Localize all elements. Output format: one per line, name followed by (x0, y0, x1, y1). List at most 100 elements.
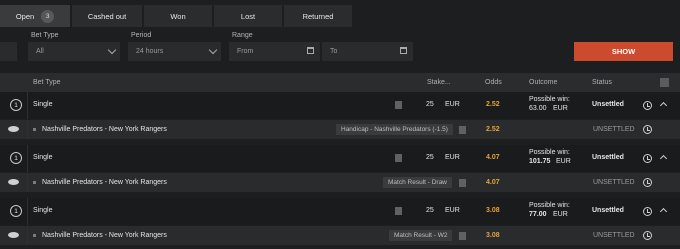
selection-row: Nashville Predators - New York Rangers M… (0, 226, 680, 245)
selection-status: UNSETTLED (593, 126, 635, 133)
chevron-up-icon[interactable] (659, 101, 668, 110)
show-button[interactable]: SHOW (574, 42, 673, 61)
bet-number-badge: 1 (10, 205, 22, 217)
bet-type-value: Single (33, 101, 53, 108)
header-bet-type: Bet Type (33, 79, 61, 86)
column-divider (27, 92, 28, 119)
range-from-placeholder: From (237, 48, 254, 55)
hockey-puck-icon (8, 232, 19, 238)
possible-win-amount: 101.75 (529, 158, 551, 165)
odds-value: 2.52 (486, 101, 500, 108)
tab-cashed-out-label: Cashed out (87, 11, 127, 21)
possible-win-amount: 77.00 (529, 211, 547, 218)
selection-status: UNSETTLED (593, 232, 635, 239)
event-name: Nashville Predators - New York Rangers (42, 126, 167, 133)
selection-row: Nashville Predators - New York Rangers H… (0, 120, 680, 139)
status-value: Unsettled (592, 207, 624, 214)
possible-win-currency: EUR (556, 158, 571, 165)
tab-lost-label: Lost (240, 11, 256, 21)
calendar-icon[interactable] (400, 47, 407, 54)
status-value: Unsettled (592, 101, 624, 108)
header-stake: Stake... (427, 79, 451, 86)
column-divider (27, 173, 28, 192)
stake-currency: EUR (445, 207, 460, 214)
range-to-input[interactable]: To (322, 42, 413, 61)
possible-win-label: Possible win: (529, 96, 570, 103)
stake-value: 25 (426, 207, 434, 214)
stake-currency: EUR (445, 154, 460, 161)
odds-value: 4.07 (486, 154, 500, 161)
bet-number-badge: 1 (10, 99, 22, 111)
possible-win-label: Possible win: (529, 149, 570, 156)
header-odds: Odds (485, 79, 502, 86)
bet-row[interactable]: 1 Single 25 EUR 4.07 Possible win: 101.7… (0, 145, 680, 172)
status-value: Unsettled (592, 154, 624, 161)
period-label: Period (131, 32, 152, 39)
bet-history-tabs: Open 3 Cashed out Won Lost Returned (0, 0, 680, 31)
period-select[interactable]: 24 hours (128, 42, 221, 61)
calendar-icon[interactable] (307, 47, 314, 54)
open-count-badge: 3 (41, 9, 55, 23)
possible-win-currency: EUR (553, 211, 568, 218)
clock-icon (643, 178, 652, 187)
partial-filter-box[interactable] (0, 42, 17, 61)
tab-open-label: Open (15, 11, 35, 21)
bet-type-select[interactable]: All (28, 42, 120, 61)
column-divider (27, 120, 28, 139)
selection-odds: 3.08 (486, 232, 500, 239)
chevron-up-icon[interactable] (659, 207, 668, 216)
tab-won[interactable]: Won (144, 5, 212, 27)
stake-currency: EUR (445, 101, 460, 108)
hockey-puck-icon (8, 126, 19, 132)
clock-icon (643, 231, 652, 240)
lock-icon (395, 207, 402, 215)
clock-icon (643, 101, 652, 110)
lock-icon (459, 126, 466, 134)
bullet-icon (33, 234, 36, 237)
selection-status: UNSETTLED (593, 179, 635, 186)
column-divider (27, 226, 28, 245)
market-tag: Handicap - Nashville Predators (-1.5) (336, 124, 453, 135)
tab-cashed-out[interactable]: Cashed out (72, 5, 142, 27)
tab-returned[interactable]: Returned (284, 5, 352, 27)
range-from-input[interactable]: From (229, 42, 320, 61)
chevron-up-icon[interactable] (659, 154, 668, 163)
odds-value: 3.08 (486, 207, 500, 214)
bullet-icon (33, 181, 36, 184)
period-value: 24 hours (136, 48, 164, 55)
range-to-placeholder: To (330, 48, 338, 55)
collapse-all-icon[interactable] (660, 78, 669, 87)
selection-row: Nashville Predators - New York Rangers M… (0, 173, 680, 192)
bet-number-badge: 1 (10, 152, 22, 164)
chevron-down-icon (107, 45, 117, 55)
clock-icon (643, 125, 652, 134)
bet-type-value: Single (33, 207, 53, 214)
event-name: Nashville Predators - New York Rangers (42, 179, 167, 186)
range-label: Range (232, 32, 253, 39)
bet-row[interactable]: 1 Single 25 EUR 3.08 Possible win: 77.00… (0, 198, 680, 225)
event-name: Nashville Predators - New York Rangers (42, 232, 167, 239)
bet-row[interactable]: 1 Single 25 EUR 2.52 Possible win: 63.00… (0, 92, 680, 119)
selection-odds: 4.07 (486, 179, 500, 186)
tab-lost[interactable]: Lost (214, 5, 282, 27)
hockey-puck-icon (8, 179, 19, 185)
tab-returned-label: Returned (302, 11, 334, 21)
stake-value: 25 (426, 154, 434, 161)
header-status: Status (592, 79, 612, 86)
possible-win-currency: EUR (553, 105, 568, 112)
clock-icon (643, 207, 652, 216)
selection-odds: 2.52 (486, 126, 500, 133)
clock-icon (643, 154, 652, 163)
stake-value: 25 (426, 101, 434, 108)
bullet-icon (33, 128, 36, 131)
lock-icon (395, 101, 402, 109)
bets-table-header: Bet Type Stake... Odds Outcome Status (0, 73, 680, 92)
bet-type-label: Bet Type (31, 32, 59, 39)
lock-icon (459, 179, 466, 187)
possible-win-amount: 63.00 (529, 105, 547, 112)
tab-won-label: Won (170, 11, 186, 21)
header-outcome: Outcome (529, 79, 558, 86)
bet-type-value: All (36, 48, 44, 55)
tab-open[interactable]: Open 3 (0, 5, 70, 27)
market-tag: Match Result - W2 (389, 230, 453, 241)
